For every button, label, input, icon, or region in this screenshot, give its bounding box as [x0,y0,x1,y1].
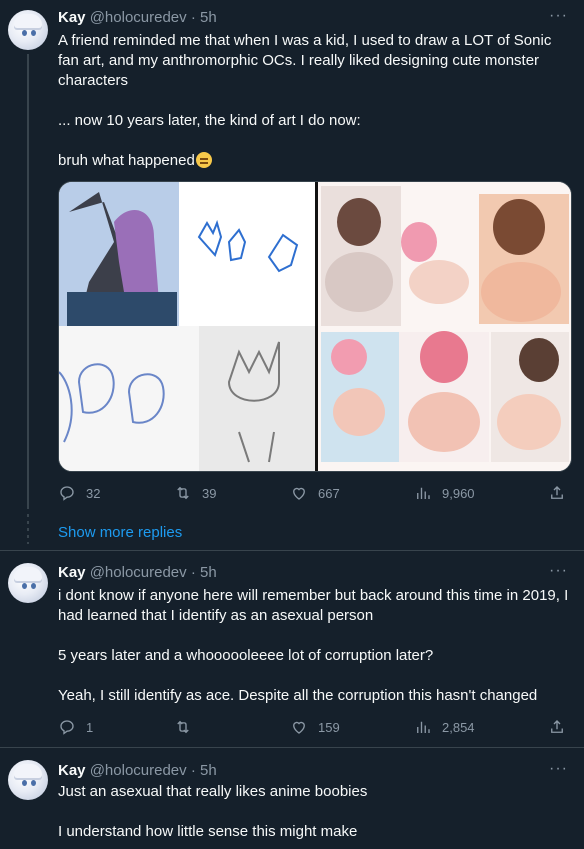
action-bar: 1 159 2,854 [58,718,568,738]
reply-button[interactable]: 32 [58,484,100,502]
tweet-paragraph: Just an asexual that really likes anime … [58,783,368,800]
tweet-paragraph: bruh what happened [58,152,195,169]
author-handle[interactable]: @holocuredev [90,9,187,26]
views-button[interactable]: 9,960 [414,484,475,502]
avatar[interactable] [8,760,48,800]
reply-button[interactable]: 1 [58,718,93,736]
more-options-icon[interactable]: ··· [549,562,568,580]
tweet-paragraph: I understand how little sense this might… [58,823,358,840]
media-grid[interactable] [58,181,572,472]
tweet-paragraph: ... now 10 years later, the kind of art … [58,112,361,129]
views-count: 2,854 [442,719,475,735]
tweet-1[interactable]: Kay @holocuredev · 5h ··· A friend remin… [0,0,584,510]
reply-count: 32 [86,485,101,501]
tweet-paragraph: i dont know if anyone here will remember… [58,587,569,624]
author-name[interactable]: Kay [58,564,86,581]
like-icon [290,484,308,502]
avatar[interactable] [8,563,48,603]
views-icon [414,484,432,502]
tweet-paragraph: 5 years later and a whoooooleeee lot of … [58,647,434,664]
avatar[interactable] [8,10,48,50]
retweet-button[interactable]: 39 [174,484,216,502]
share-icon [548,484,566,502]
author-name[interactable]: Kay [58,762,86,779]
show-more-replies-link[interactable]: Show more replies [58,524,182,541]
share-icon [548,718,566,736]
tweet-paragraph: A friend reminded me that when I was a k… [58,32,552,89]
media-divider [315,182,318,471]
like-button[interactable]: 159 [290,718,340,736]
action-bar: 32 39 667 9,960 [58,484,568,504]
tweet-text: i dont know if anyone here will remember… [58,586,574,706]
separator: · [190,564,196,581]
tweet-header: Kay @holocuredev · 5h [58,9,217,27]
thread-line-dotted [27,514,29,544]
like-icon [290,718,308,736]
separator: · [190,9,196,26]
timestamp[interactable]: 5h [200,9,217,26]
tweet-header: Kay @holocuredev · 5h [58,564,217,582]
more-options-icon[interactable]: ··· [549,760,568,778]
tweet-header: Kay @holocuredev · 5h [58,762,217,780]
more-options-icon[interactable]: ··· [549,7,568,25]
retweet-icon [174,484,192,502]
tweet-paragraph-with-emoji: bruh what happened [58,151,574,171]
tweet-text: A friend reminded me that when I was a k… [58,31,574,171]
author-handle[interactable]: @holocuredev [90,564,187,581]
like-button[interactable]: 667 [290,484,340,502]
timestamp[interactable]: 5h [200,762,217,779]
like-count: 159 [318,719,340,735]
separator: · [190,762,196,779]
views-icon [414,718,432,736]
retweet-icon [174,718,192,736]
relieved-face-icon [195,152,212,168]
tweet-paragraph: Yeah, I still identify as ace. Despite a… [58,687,538,704]
views-button[interactable]: 2,854 [414,718,475,736]
tweet-text: Just an asexual that really likes anime … [58,782,574,842]
views-count: 9,960 [442,485,475,501]
reply-icon [58,484,76,502]
retweet-count: 39 [202,485,217,501]
author-handle[interactable]: @holocuredev [90,762,187,779]
reply-count: 1 [86,719,94,735]
timestamp[interactable]: 5h [200,564,217,581]
like-count: 667 [318,485,340,501]
author-name[interactable]: Kay [58,9,86,26]
tweet-3[interactable]: Kay @holocuredev · 5h ··· Just an asexua… [0,748,584,849]
share-button[interactable] [548,484,566,502]
share-button[interactable] [548,718,566,736]
tweet-2[interactable]: Kay @holocuredev · 5h ··· i dont know if… [0,551,584,747]
retweet-button[interactable] [174,718,202,736]
reply-icon [58,718,76,736]
